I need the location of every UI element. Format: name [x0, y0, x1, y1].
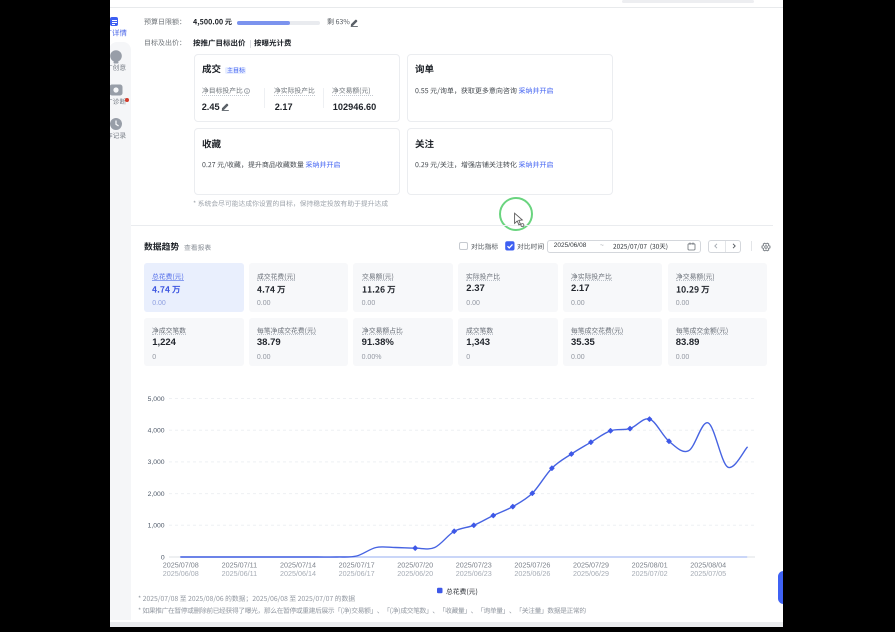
svg-text:3,000: 3,000 — [148, 459, 165, 466]
svg-text:2025/06/20: 2025/06/20 — [397, 569, 433, 578]
svg-text:1,000: 1,000 — [148, 523, 165, 530]
svg-text:5,000: 5,000 — [148, 396, 165, 403]
svg-text:2025/07/02: 2025/07/02 — [632, 569, 668, 578]
svg-text:2025/06/26: 2025/06/26 — [514, 569, 550, 578]
svg-text:2025/06/29: 2025/06/29 — [573, 569, 609, 578]
svg-text:2025/06/14: 2025/06/14 — [280, 569, 316, 578]
svg-text:4,000: 4,000 — [148, 428, 165, 435]
svg-text:2025/06/08: 2025/06/08 — [163, 569, 199, 578]
svg-text:2,000: 2,000 — [148, 491, 165, 498]
svg-text:2025/07/05: 2025/07/05 — [690, 569, 726, 578]
svg-text:2025/06/23: 2025/06/23 — [456, 569, 492, 578]
svg-text:2025/06/17: 2025/06/17 — [339, 569, 375, 578]
svg-text:2025/06/11: 2025/06/11 — [222, 569, 257, 578]
